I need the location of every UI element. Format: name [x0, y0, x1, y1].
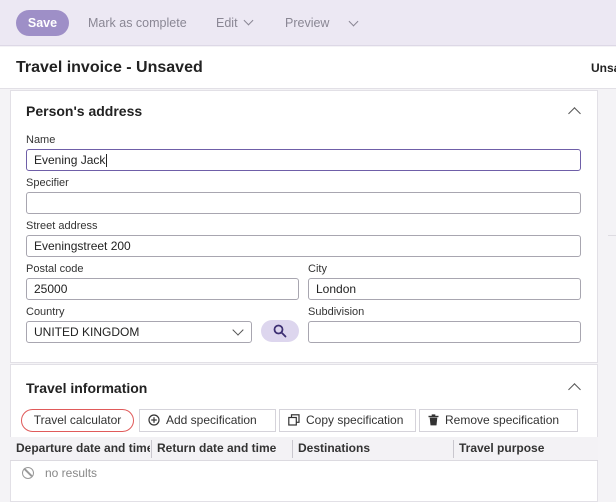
section-title-address: Person's address	[26, 103, 143, 119]
add-specification-button[interactable]: Add specification	[139, 409, 276, 432]
street-address-input[interactable]: Eveningstreet 200	[26, 235, 581, 257]
city-input[interactable]: London	[308, 278, 581, 300]
name-label: Name	[26, 134, 56, 146]
empty-state: no results	[22, 466, 97, 480]
section-title-travel: Travel information	[26, 380, 148, 396]
copy-specification-label: Copy specification	[306, 413, 404, 427]
column-header-return[interactable]: Return date and time	[151, 437, 291, 461]
mark-as-complete-button[interactable]: Mark as complete	[88, 10, 187, 36]
plus-circle-icon	[148, 414, 160, 426]
remove-specification-button[interactable]: Remove specification	[419, 409, 578, 432]
right-panel-strip	[599, 90, 616, 502]
ban-icon	[22, 466, 34, 479]
column-header-travel-purpose[interactable]: Travel purpose	[453, 437, 598, 461]
top-toolbar: Save Mark as complete Edit Preview	[0, 0, 616, 46]
column-header-destinations[interactable]: Destinations	[292, 437, 452, 461]
save-status: Unsa	[591, 61, 616, 75]
no-results-text: no results	[45, 466, 98, 480]
save-button[interactable]: Save	[16, 10, 69, 36]
search-icon	[273, 324, 287, 338]
remove-specification-label: Remove specification	[445, 413, 560, 427]
country-search-button[interactable]	[261, 320, 299, 342]
copy-specification-button[interactable]: Copy specification	[279, 409, 416, 432]
preview-button[interactable]: Preview	[285, 10, 329, 36]
specifier-input[interactable]	[26, 192, 581, 214]
country-label: Country	[26, 306, 65, 318]
divider	[608, 235, 616, 236]
edit-menu-button[interactable]: Edit	[216, 10, 253, 36]
trash-icon	[428, 414, 439, 426]
street-address-label: Street address	[26, 220, 98, 232]
country-select[interactable]: UNITED KINGDOM	[26, 321, 252, 343]
column-header-departure[interactable]: Departure date and time	[10, 437, 150, 461]
add-specification-label: Add specification	[166, 413, 257, 427]
name-value: Evening Jack	[34, 153, 106, 167]
more-chevron-down-icon[interactable]	[348, 16, 359, 27]
city-label: City	[308, 263, 327, 275]
edit-label: Edit	[216, 16, 238, 30]
postal-code-label: Postal code	[26, 263, 84, 275]
page-title: Travel invoice - Unsaved	[16, 59, 203, 76]
subdivision-input[interactable]	[308, 321, 581, 343]
country-value: UNITED KINGDOM	[34, 325, 140, 339]
text-caret	[106, 154, 108, 168]
specifications-table-header: Departure date and time Return date and …	[10, 437, 598, 461]
specifier-label: Specifier	[26, 177, 69, 189]
copy-icon	[288, 414, 300, 426]
travel-calculator-button[interactable]: Travel calculator	[21, 409, 134, 432]
postal-code-input[interactable]: 25000	[26, 278, 299, 300]
chevron-down-icon	[232, 324, 244, 336]
chevron-down-icon	[243, 15, 253, 26]
name-input[interactable]: Evening Jack	[26, 149, 581, 171]
subdivision-label: Subdivision	[308, 306, 365, 318]
title-bar: Travel invoice - Unsaved Unsa	[0, 47, 616, 89]
